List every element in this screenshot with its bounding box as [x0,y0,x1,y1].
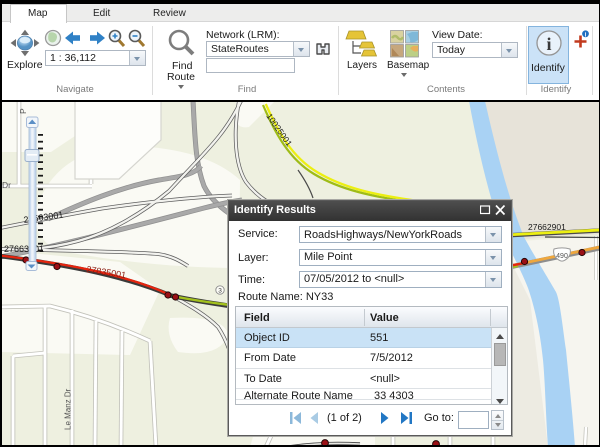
svg-text:3: 3 [218,288,222,295]
svg-text:490: 490 [556,253,568,260]
svg-text:27663101: 27663101 [4,244,44,254]
svg-text:i: i [546,34,551,54]
svg-text:Dr: Dr [2,180,11,190]
svg-text:Le Manz Dr: Le Manz Dr [64,388,73,430]
svg-text:P: P [18,108,28,114]
svg-text:27662901: 27662901 [528,222,566,232]
